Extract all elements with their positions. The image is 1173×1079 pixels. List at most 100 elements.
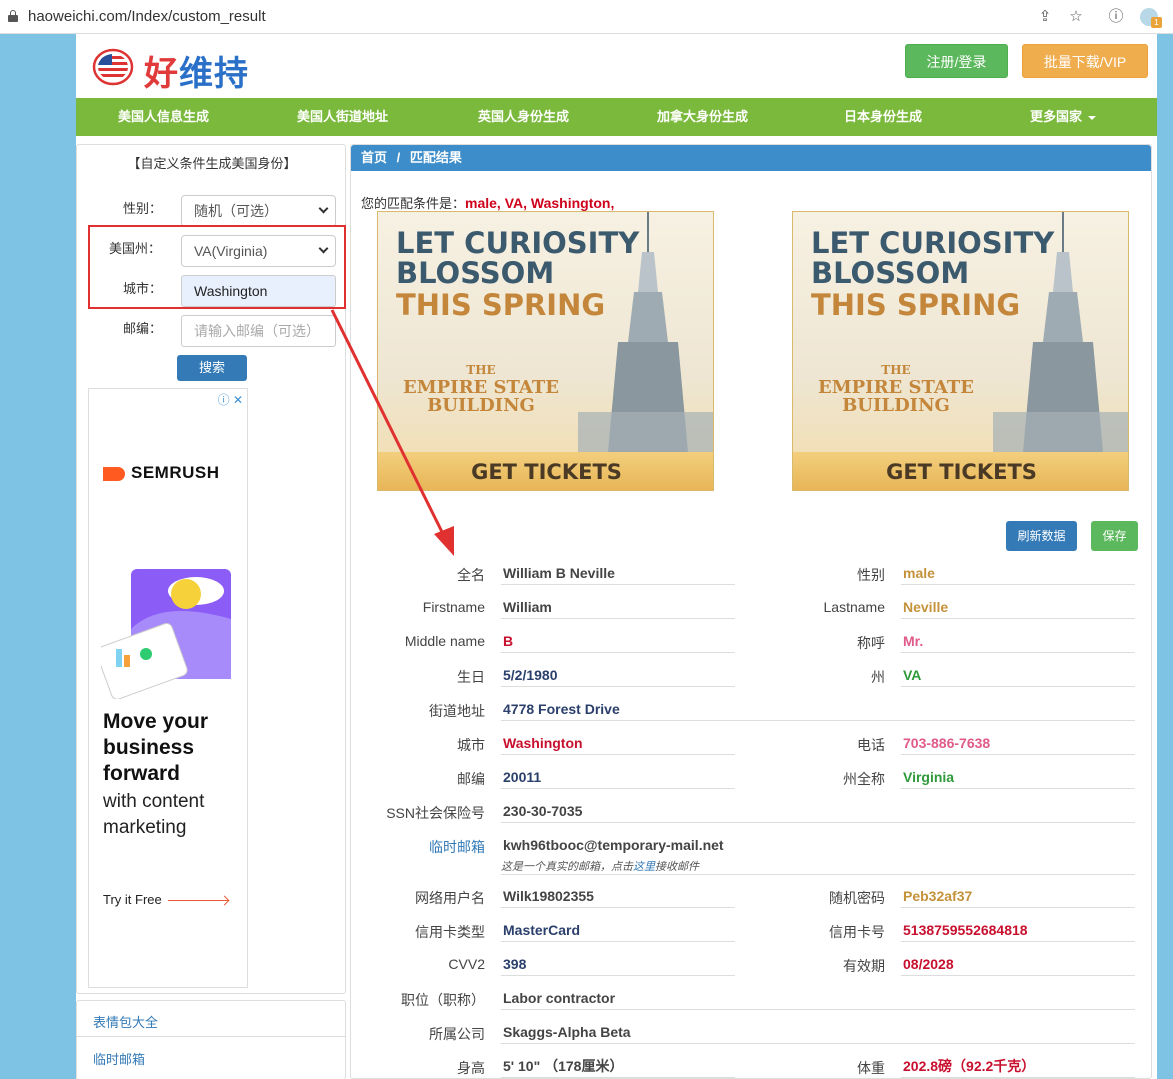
weight-value: 202.8磅（92.2千克） xyxy=(901,1054,1135,1078)
state-value: VA xyxy=(901,663,1135,687)
ad-try-free-link[interactable]: Try it Free xyxy=(103,892,228,907)
login-register-button[interactable]: 注册/登录 xyxy=(905,44,1008,78)
caret-down-icon xyxy=(1088,115,1097,120)
divider xyxy=(77,1036,345,1037)
fullname-label: 全名 xyxy=(457,567,485,583)
username-value: Wilk19802355 xyxy=(501,884,735,908)
street-label: 街道地址 xyxy=(429,703,485,719)
password-label: 随机密码 xyxy=(829,890,885,906)
zip-label: 邮编： xyxy=(123,321,163,336)
ad-subline: with content marketing xyxy=(103,791,205,838)
breadcrumb-current: 匹配结果 xyxy=(409,150,462,165)
firstname-value: William xyxy=(501,595,735,619)
birthday-value: 5/2/1980 xyxy=(501,663,735,687)
share-icon[interactable]: ⇪ xyxy=(1035,7,1055,27)
firstname-label: Firstname xyxy=(422,599,485,615)
temp-email-label[interactable]: 临时邮箱 xyxy=(365,837,485,857)
gender-field-label: 性别 xyxy=(857,567,885,583)
browser-bar: haoweichi.com/Index/custom_result ⇪ ☆ ⓘ … xyxy=(0,0,1173,34)
main-nav: 美国人信息生成 美国人街道地址 英国人身份生成 加拿大身份生成 日本身份生成 更… xyxy=(76,98,1157,136)
sidebar-link-temp-mail[interactable]: 临时邮箱 xyxy=(93,1049,145,1068)
phone-label: 电话 xyxy=(857,737,885,753)
cvv-label: CVV2 xyxy=(448,956,485,972)
breadcrumb-separator: / xyxy=(396,150,401,165)
logo-flag-icon[interactable] xyxy=(92,48,134,86)
match-conditions: 您的匹配条件是：male, VA, Washington, xyxy=(361,195,615,211)
zip-input[interactable]: 请输入邮编（可选） xyxy=(181,315,336,347)
nav-item-uk-identity[interactable]: 英国人身份生成 xyxy=(478,98,569,136)
fullname-value: William B Neville xyxy=(501,561,735,585)
ad-illustration-icon xyxy=(101,569,231,699)
save-button[interactable]: 保存 xyxy=(1091,521,1138,551)
zip-value: 20011 xyxy=(501,765,735,789)
banner-subheadline: THIS SPRING xyxy=(396,288,606,322)
expiry-label: 有效期 xyxy=(843,958,885,974)
email-value: kwh96tbooc@temporary-mail.net xyxy=(503,837,724,853)
city-field-label: 城市 xyxy=(457,737,485,753)
page: 好维持 注册/登录 批量下载/VIP 美国人信息生成 美国人街道地址 英国人身份… xyxy=(76,34,1157,1079)
ssn-label: SSN社会保险号 xyxy=(386,805,485,821)
expiry-value: 08/2028 xyxy=(901,952,1135,976)
result-panel: 首页 / 匹配结果 您的匹配条件是：male, VA, Washington, … xyxy=(350,144,1152,1079)
sidebar-links: 表情包大全 临时邮箱 xyxy=(76,1000,346,1079)
weight-label: 体重 xyxy=(857,1060,885,1076)
company-label: 所属公司 xyxy=(429,1026,485,1042)
breadcrumb-home[interactable]: 首页 xyxy=(361,150,387,165)
nav-item-us-identity[interactable]: 美国人信息生成 xyxy=(118,98,209,136)
annotation-box xyxy=(88,225,346,309)
sidebar-ad[interactable]: ⓘ ✕ SEMRUSH Move your business forward w… xyxy=(88,388,248,988)
search-button[interactable]: 搜索 xyxy=(177,355,247,381)
lastname-label: Lastname xyxy=(823,599,885,615)
empire-state-building-icon xyxy=(993,212,1128,452)
banner-esb-logo: THE EMPIRE STATE BUILDING xyxy=(817,363,975,416)
star-icon[interactable]: ☆ xyxy=(1066,7,1086,27)
middlename-value: B xyxy=(501,629,735,653)
ad-close-icon[interactable]: ⓘ ✕ xyxy=(218,391,243,408)
banner-esb-logo: THE EMPIRE STATE BUILDING xyxy=(402,363,560,416)
middlename-label: Middle name xyxy=(404,633,485,649)
job-value: Labor contractor xyxy=(501,986,1135,1010)
address-bar[interactable]: haoweichi.com/Index/custom_result xyxy=(28,8,266,25)
ad-banner-left[interactable]: LET CURIOSITY BLOSSOM THIS SPRING THE EMPI… xyxy=(377,211,714,491)
email-note: 这是一个真实的邮箱，点击这里接收邮件 xyxy=(501,861,699,873)
nav-item-japan-identity[interactable]: 日本身份生成 xyxy=(844,98,922,136)
banner-get-tickets[interactable]: GET TICKETS xyxy=(378,452,713,490)
card-type-value: MasterCard xyxy=(501,918,735,942)
ad-headline: Move your business forward xyxy=(103,710,209,785)
nav-item-us-street[interactable]: 美国人街道地址 xyxy=(297,98,388,136)
semrush-flame-icon xyxy=(103,466,125,481)
state-full-label: 州全称 xyxy=(843,771,885,787)
birthday-label: 生日 xyxy=(457,669,485,685)
height-label: 身高 xyxy=(457,1060,485,1076)
semrush-logo[interactable]: SEMRUSH xyxy=(103,463,220,483)
lock-icon[interactable] xyxy=(8,10,18,22)
info-icon[interactable]: ⓘ xyxy=(1106,7,1126,27)
sidebar-title: 【自定义条件生成美国身份】 xyxy=(127,156,297,171)
height-value: 5' 10" （178厘米） xyxy=(501,1054,735,1078)
nav-item-more-countries[interactable]: 更多国家 xyxy=(1030,98,1097,136)
receive-email-link[interactable]: 这里 xyxy=(633,861,655,873)
refresh-data-button[interactable]: 刷新数据 xyxy=(1006,521,1077,551)
banner-get-tickets[interactable]: GET TICKETS xyxy=(793,452,1128,490)
job-label: 职位（职称） xyxy=(401,992,485,1008)
batch-download-vip-button[interactable]: 批量下载/VIP xyxy=(1022,44,1148,78)
zip-field-label: 邮编 xyxy=(457,771,485,787)
logo-text[interactable]: 好维持 xyxy=(144,46,249,95)
ad-banner-right[interactable]: LET CURIOSITY BLOSSOM THIS SPRING THE EMPI… xyxy=(792,211,1129,491)
gender-select[interactable]: 随机（可选） xyxy=(181,195,336,227)
sidebar-link-emoji[interactable]: 表情包大全 xyxy=(93,1012,158,1031)
title-label: 称呼 xyxy=(857,635,885,651)
banner-subheadline: THIS SPRING xyxy=(811,288,1021,322)
phone-value: 703-886-7638 xyxy=(901,731,1135,755)
nav-item-canada-identity[interactable]: 加拿大身份生成 xyxy=(657,98,748,136)
state-field-label: 州 xyxy=(871,669,885,685)
lastname-value: Neville xyxy=(901,595,1135,619)
cvv-value: 398 xyxy=(501,952,735,976)
password-value: Peb32af37 xyxy=(901,884,1135,908)
city-value: Washington xyxy=(501,731,735,755)
street-value: 4778 Forest Drive xyxy=(501,697,1135,721)
gender-label: 性别： xyxy=(123,201,163,216)
company-value: Skaggs-Alpha Beta xyxy=(501,1020,1135,1044)
arrow-right-icon xyxy=(167,900,228,902)
state-full-value: Virginia xyxy=(901,765,1135,789)
